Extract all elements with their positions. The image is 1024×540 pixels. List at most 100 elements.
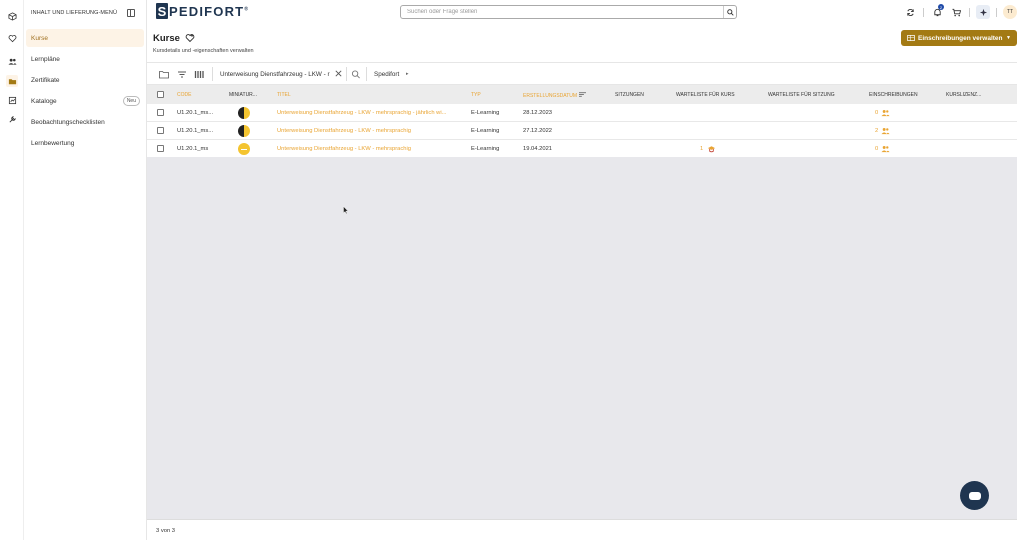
trademark: ® [244,6,250,13]
manage-enrollments-button[interactable]: Einschreibungen verwalten ▼ [901,30,1017,46]
folder-icon[interactable] [6,75,18,87]
tools-icon[interactable] [6,113,18,125]
ai-sparkle-icon[interactable] [976,5,990,19]
table-header: CODE MINIATUR... TITEL TYP ERSTELLUNGSDA… [147,85,1017,104]
cube-icon[interactable] [6,10,18,22]
logo-text: PEDIFORT® [169,4,249,19]
table-row[interactable]: U1.20.1_ms... Unterweisung Dienstfahrzeu… [147,122,1017,140]
report-icon[interactable] [6,94,18,106]
column-header-created[interactable]: ERSTELLUNGSDATUM [523,92,587,99]
column-header-type[interactable]: TYP [471,92,481,98]
column-header-label: ERSTELLUNGSDATUM [523,93,578,99]
cell-type: E-Learning [471,128,500,134]
divider [969,8,970,17]
favorite-heart-icon[interactable] [185,33,195,43]
logo-mark: S [156,3,168,19]
menu-item-label: Kataloge [31,97,57,105]
avatar[interactable]: TT [1003,5,1017,19]
page-subtitle: Kursdetails und -eigenschaften verwalten [153,48,254,54]
menu-item-label: Zertifikate [31,76,60,84]
menu-item-kurse[interactable]: Kurse [26,29,144,47]
column-header-waitlist-course[interactable]: WARTELISTE FÜR KURS [676,92,735,98]
menu-item-lernplaene[interactable]: Lernpläne [26,50,144,68]
cell-enrollments[interactable]: 0 [875,110,878,116]
divider [346,67,347,81]
column-header-sessions[interactable]: SITZUNGEN [615,92,644,98]
new-badge: Neu [122,96,140,106]
menu-item-label: Lernbewertung [31,139,75,147]
active-filter[interactable]: Unterweisung Dienstfahrzeug - LKW - r [220,71,332,78]
course-thumbnail [238,143,250,155]
people-icon[interactable] [881,109,890,117]
row-checkbox[interactable] [157,127,164,134]
cell-waitlist-course[interactable]: 1 [700,146,703,152]
columns-icon[interactable] [193,69,204,79]
menu-item-beobachtungschecklisten[interactable]: Beobachtungschecklisten [26,113,144,131]
cell-title-link[interactable]: Unterweisung Dienstfahrzeug - LKW - mehr… [277,128,457,134]
select-all-checkbox[interactable] [157,91,164,98]
table-icon [907,35,915,41]
collapse-menu-icon[interactable] [127,9,135,17]
divider [923,8,924,17]
refresh-icon[interactable] [903,5,917,19]
cell-created: 28.12.2023 [523,110,553,116]
cell-created: 19.04.2021 [523,146,553,152]
menu-item-zertifikate[interactable]: Zertifikate [26,71,144,89]
mouse-cursor-icon [343,206,349,214]
heart-icon[interactable] [6,32,18,44]
menu-item-label: Beobachtungschecklisten [31,118,105,126]
menu-item-label: Kurse [31,34,48,42]
app-rail [0,0,24,540]
cell-created: 27.12.2022 [523,128,553,134]
course-thumbnail [238,125,250,137]
divider [212,67,213,81]
cart-icon[interactable] [949,5,963,19]
cell-type: E-Learning [471,110,500,116]
row-checkbox[interactable] [157,109,164,116]
bell-icon[interactable]: 2 [930,4,944,19]
sort-icon [579,92,587,97]
row-checkbox[interactable] [157,145,164,152]
search-icon[interactable] [350,69,361,79]
menu-item-lernbewertung[interactable]: Lernbewertung [26,134,144,152]
divider [366,67,367,81]
table-row[interactable]: U1.20.1_ms Unterweisung Dienstfahrzeug -… [147,140,1017,158]
column-header-licenses[interactable]: KURSLIZENZ... [946,92,981,98]
menu-item-kataloge[interactable]: Kataloge Neu [26,92,144,110]
column-header-code[interactable]: CODE [177,92,191,98]
global-search [400,5,737,19]
search-icon[interactable] [723,6,736,18]
chat-icon[interactable] [960,481,989,510]
clear-filter-icon[interactable] [334,69,343,78]
menu-header: INHALT UND LIEFERUNG-MENÜ [31,10,118,16]
logo-wordmark: PEDIFORT [169,3,245,19]
waitlist-hat-icon[interactable] [707,145,716,153]
people-icon[interactable] [881,127,890,135]
search-input[interactable] [401,6,711,18]
brand-logo[interactable]: S PEDIFORT® [156,3,249,19]
filter-icon[interactable] [176,69,187,79]
users-icon[interactable] [6,55,18,67]
table-footer: 3 von 3 [147,519,1017,540]
cell-code: U1.20.1_ms [177,146,209,152]
organization-selector[interactable]: Spedifort [374,71,399,78]
column-header-enrollments[interactable]: EINSCHREIBUNGEN [869,92,918,98]
cell-title-link[interactable]: Unterweisung Dienstfahrzeug - LKW - mehr… [277,146,457,152]
cell-title-link[interactable]: Unterweisung Dienstfahrzeug - LKW - mehr… [277,110,457,116]
divider [996,8,997,17]
table-empty-area [147,157,1017,519]
cell-type: E-Learning [471,146,500,152]
menu-item-label: Lernpläne [31,55,60,63]
caret-down-icon: ▼ [1006,35,1011,41]
cell-enrollments[interactable]: 0 [875,146,878,152]
column-header-waitlist-session[interactable]: WARTELISTE FÜR SITZUNG [768,92,835,98]
table-row[interactable]: U1.20.1_ms... Unterweisung Dienstfahrzeu… [147,104,1017,122]
chevron-right-icon[interactable]: ▸ [406,71,409,77]
side-menu: INHALT UND LIEFERUNG-MENÜ Kurse Lernplän… [24,0,147,540]
table-toolbar: Unterweisung Dienstfahrzeug - LKW - r Sp… [147,62,1017,85]
column-header-thumbnail[interactable]: MINIATUR... [229,92,257,98]
folder-outline-icon[interactable] [158,69,169,79]
cell-enrollments[interactable]: 2 [875,128,878,134]
column-header-title[interactable]: TITEL [277,92,291,98]
people-icon[interactable] [881,145,890,153]
